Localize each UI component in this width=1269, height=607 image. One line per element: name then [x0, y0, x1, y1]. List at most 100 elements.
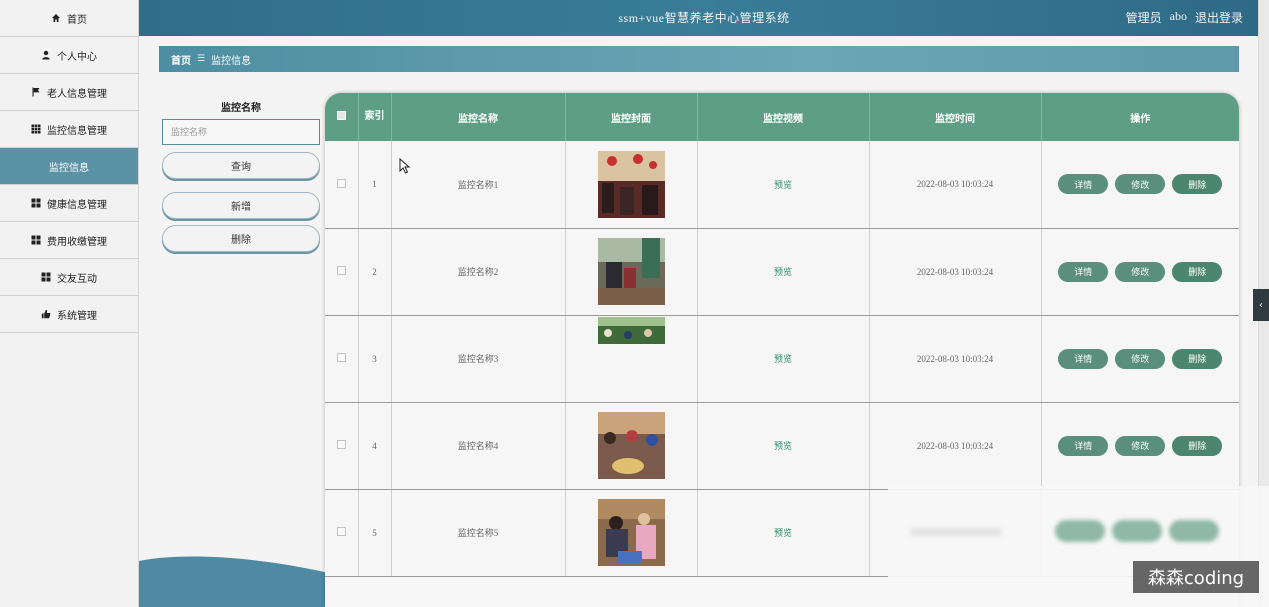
row-delete-button[interactable]: 删除 [1172, 174, 1223, 195]
user-info: 管理员 abo 退出登录 [1126, 9, 1243, 26]
video-preview-link[interactable]: 预览 [774, 441, 792, 451]
detail-button[interactable]: 详情 [1058, 435, 1109, 456]
thumb-icon [41, 309, 51, 319]
watermark: 森森coding [1133, 561, 1259, 593]
sidebar-item-elderly[interactable]: 老人信息管理 [0, 74, 138, 111]
row-delete-button[interactable]: 删除 [1172, 261, 1223, 282]
sidebar-item-label: 监控信息管理 [47, 125, 107, 137]
row-checkbox[interactable] [336, 440, 346, 449]
blurred-detail-button [1055, 520, 1105, 542]
sidebar-item-label: 老人信息管理 [47, 88, 107, 100]
blurred-time [910, 528, 1002, 536]
row-index: 1 [358, 141, 392, 229]
apps-icon [41, 272, 51, 282]
row-checkbox[interactable] [336, 266, 346, 275]
grid-icon [31, 124, 41, 134]
user-role: 管理员 [1125, 11, 1162, 25]
row-delete-button[interactable]: 删除 [1172, 435, 1223, 456]
row-time: 2022-08-03 10:03:24 [869, 141, 1042, 229]
sidebar-item-monitor-info[interactable]: 监控信息 [0, 148, 138, 185]
sidebar-item-label: 费用收缴管理 [47, 236, 107, 248]
username: abo [1169, 9, 1187, 23]
monitor-cover-image[interactable] [597, 499, 665, 566]
row-name: 监控名称5 [391, 489, 566, 577]
row-index: 2 [358, 228, 392, 316]
row-index: 5 [358, 489, 392, 577]
user-icon [41, 50, 51, 60]
sidebar-item-social[interactable]: 交友互动 [0, 259, 138, 296]
edit-button[interactable]: 修改 [1115, 261, 1166, 282]
column-header-name: 监控名称 [391, 93, 566, 141]
row-name: 监控名称3 [391, 315, 566, 403]
search-input[interactable] [162, 119, 320, 145]
app-title: ssm+vue智慧养老中心管理系统 [618, 11, 790, 25]
row-index: 3 [358, 315, 392, 403]
column-header-actions: 操作 [1041, 93, 1239, 141]
column-header-index: 索引 [358, 93, 392, 141]
sidebar: 首页 个人中心 老人信息管理 监控信息管理 监控信息 健康信息管理 费用收缴管理… [0, 0, 139, 607]
sidebar-item-label: 监控信息 [49, 162, 89, 174]
video-preview-link[interactable]: 预览 [774, 267, 792, 277]
monitor-cover-image[interactable] [597, 412, 665, 479]
detail-button[interactable]: 详情 [1058, 261, 1109, 282]
monitor-cover-image[interactable] [597, 150, 665, 218]
query-button[interactable]: 查询 [162, 152, 320, 179]
row-checkbox[interactable] [336, 527, 346, 536]
column-header-time: 监控时间 [869, 93, 1042, 141]
video-preview-link[interactable]: 预览 [774, 180, 792, 190]
breadcrumb-home[interactable]: 首页 [171, 52, 191, 67]
table-row: 4 监控名称4 预览 2022-08-03 10:03:24 详情 修改 删除 [325, 402, 1239, 490]
delete-button[interactable]: 删除 [162, 225, 320, 252]
select-all-checkbox[interactable] [336, 111, 346, 120]
sidebar-item-health[interactable]: 健康信息管理 [0, 185, 138, 222]
flag-icon [31, 87, 41, 97]
video-preview-link[interactable]: 预览 [774, 528, 792, 538]
row-checkbox[interactable] [336, 353, 346, 362]
row-delete-button[interactable]: 删除 [1172, 348, 1223, 369]
list-icon: ☰ [197, 54, 206, 64]
sidebar-item-monitor-mgmt[interactable]: 监控信息管理 [0, 111, 138, 148]
decorative-wave [139, 555, 329, 607]
row-name: 监控名称4 [391, 402, 566, 490]
edit-button[interactable]: 修改 [1115, 348, 1166, 369]
table-row: 1 监控名称1 预览 2022-08-03 10:03:24 详情 修改 删除 [325, 141, 1239, 229]
row-checkbox[interactable] [336, 178, 346, 188]
row-name: 监控名称1 [391, 141, 566, 229]
chevron-left-icon: ‹ [1259, 299, 1263, 311]
sidebar-item-label: 个人中心 [57, 51, 97, 63]
row-time: 2022-08-03 10:03:24 [869, 402, 1042, 490]
add-button[interactable]: 新增 [162, 192, 320, 219]
video-preview-link[interactable]: 预览 [774, 354, 792, 364]
edit-button[interactable]: 修改 [1115, 174, 1166, 195]
blurred-delete-button [1169, 520, 1219, 542]
sidebar-item-home[interactable]: 首页 [0, 0, 138, 37]
search-label: 监控名称 [221, 103, 261, 114]
blurred-edit-button [1112, 520, 1162, 542]
column-header-video: 监控视频 [697, 93, 870, 141]
monitor-cover-image[interactable] [597, 238, 665, 305]
select-all-cell [325, 93, 359, 141]
detail-button[interactable]: 详情 [1058, 174, 1109, 195]
home-icon [51, 13, 61, 23]
sidebar-item-fees[interactable]: 费用收缴管理 [0, 222, 138, 259]
sidebar-item-profile[interactable]: 个人中心 [0, 37, 138, 74]
mouse-cursor-icon [399, 158, 411, 174]
collapse-panel-button[interactable]: ‹ [1253, 289, 1269, 321]
row-time: 2022-08-03 10:03:24 [869, 315, 1042, 403]
row-time: 2022-08-03 10:03:24 [869, 228, 1042, 316]
sidebar-item-label: 交友互动 [57, 273, 97, 285]
logout-link[interactable]: 退出登录 [1195, 9, 1243, 26]
table-row: 3 监控名称3 预览 2022-08-03 10:03:24 详情 修改 删除 [325, 315, 1239, 403]
table-row: 2 监控名称2 预览 2022-08-03 10:03:24 详情 修改 删除 [325, 228, 1239, 316]
apps-icon [31, 198, 41, 208]
column-header-cover: 监控封面 [565, 93, 698, 141]
edit-button[interactable]: 修改 [1115, 435, 1166, 456]
top-header: ssm+vue智慧养老中心管理系统 管理员 abo 退出登录 [139, 0, 1269, 36]
breadcrumb-current: 监控信息 [211, 55, 252, 67]
row-name: 监控名称2 [391, 228, 566, 316]
apps-icon [31, 235, 41, 245]
breadcrumb: 首页 ☰ 监控信息 [159, 46, 1239, 72]
sidebar-item-system[interactable]: 系统管理 [0, 296, 138, 333]
monitor-cover-image[interactable] [597, 316, 665, 344]
detail-button[interactable]: 详情 [1058, 348, 1109, 369]
